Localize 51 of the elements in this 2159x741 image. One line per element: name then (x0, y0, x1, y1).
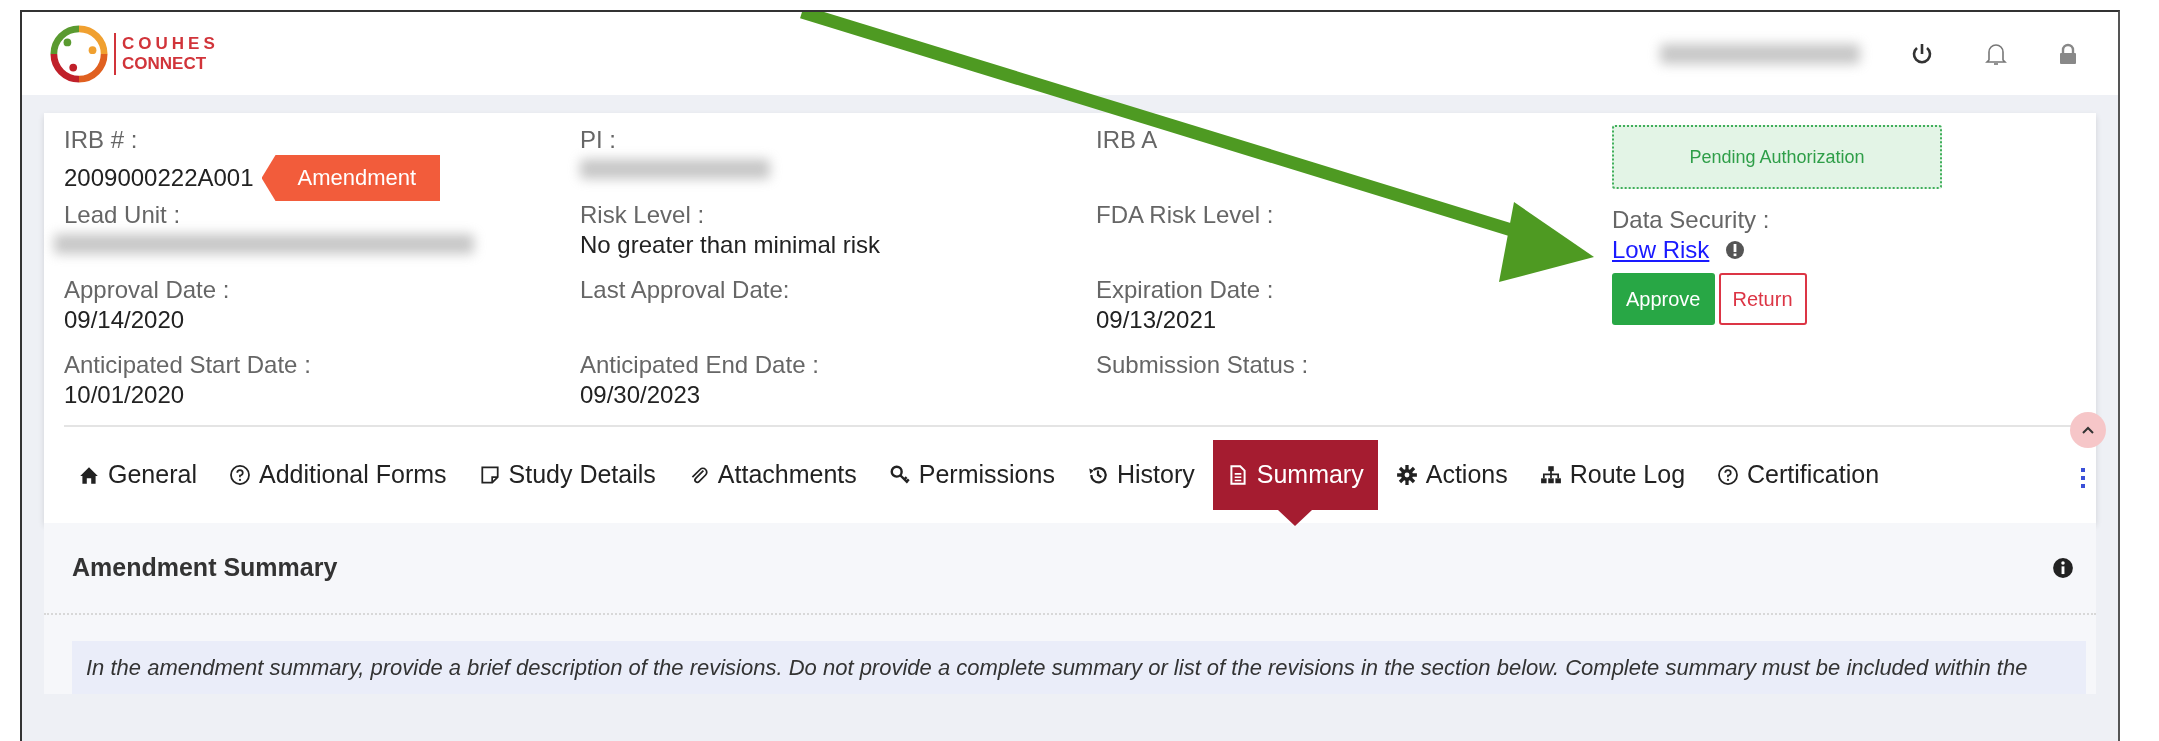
chevron-up-icon (2081, 425, 2095, 435)
field-label: Approval Date : (64, 275, 230, 305)
tab[interactable]: Certification (1703, 440, 1894, 510)
lock-icon[interactable] (2058, 42, 2078, 65)
key-icon (888, 464, 911, 486)
history-icon (1086, 464, 1109, 486)
field-value: 10/01/2020 (64, 380, 185, 410)
note-icon (478, 464, 501, 486)
field-value: 09/30/2023 (580, 380, 701, 410)
return-button[interactable]: Return (1718, 273, 1807, 325)
field-label: Anticipated Start Date : (64, 350, 311, 380)
hierarchy-icon (1539, 464, 1562, 486)
info-icon (2052, 557, 2074, 579)
tab[interactable]: Permissions (874, 440, 1069, 510)
tab[interactable]: General (64, 440, 211, 510)
logo-text: CONNECT (122, 53, 208, 74)
tab[interactable]: Actions (1381, 440, 1522, 510)
logo-text: COUHES (122, 33, 219, 54)
field-value: No greater than minimal risk (580, 230, 881, 260)
field-label: Expiration Date : (1096, 275, 1274, 305)
gear-icon (1395, 464, 1418, 486)
field-label: Risk Level : (580, 200, 705, 230)
section-title: Amendment Summary (72, 552, 338, 584)
field-label: FDA Risk Level : (1096, 200, 1274, 230)
more-options-icon[interactable] (2080, 467, 2086, 489)
help-icon (228, 464, 251, 486)
field-label: Last Approval Date: (580, 275, 790, 305)
field-label: IRB A (1096, 125, 1158, 155)
tab[interactable]: Study Details (464, 440, 670, 510)
field-label: Anticipated End Date : (580, 350, 819, 380)
instruction-text: In the amendment summary, provide a brief description of the revisions. Do not provide a complete summary or list of the revisions in the section below. Complete summary must be included within the (72, 641, 2086, 694)
tab[interactable]: History (1072, 440, 1209, 510)
field-value: 09/14/2020 (64, 305, 185, 335)
status-banner: Pending Authorization (1612, 125, 1942, 189)
amendment-badge: Amendment (261, 155, 441, 201)
tab[interactable]: Attachments (673, 440, 871, 510)
scroll-up-button[interactable] (2070, 412, 2106, 448)
field-label: IRB # : (64, 125, 138, 155)
field-label: Submission Status : (1096, 350, 1309, 380)
field-value: 09/13/2021 (1096, 305, 1217, 335)
field-label: Data Security : (1612, 205, 1770, 235)
field-value: 2009000222A001 (64, 163, 254, 193)
field-label: Lead Unit : (64, 200, 181, 230)
tab[interactable]: Route Log (1525, 440, 1700, 510)
power-icon[interactable] (1910, 41, 1934, 66)
help-icon (1717, 464, 1740, 486)
data-security-link[interactable]: Low Risk (1612, 235, 1710, 265)
tab[interactable]: Additional Forms (214, 440, 461, 510)
info-icon (1725, 240, 1746, 260)
field-label: PI : (580, 125, 616, 155)
logo-icon (50, 24, 108, 83)
